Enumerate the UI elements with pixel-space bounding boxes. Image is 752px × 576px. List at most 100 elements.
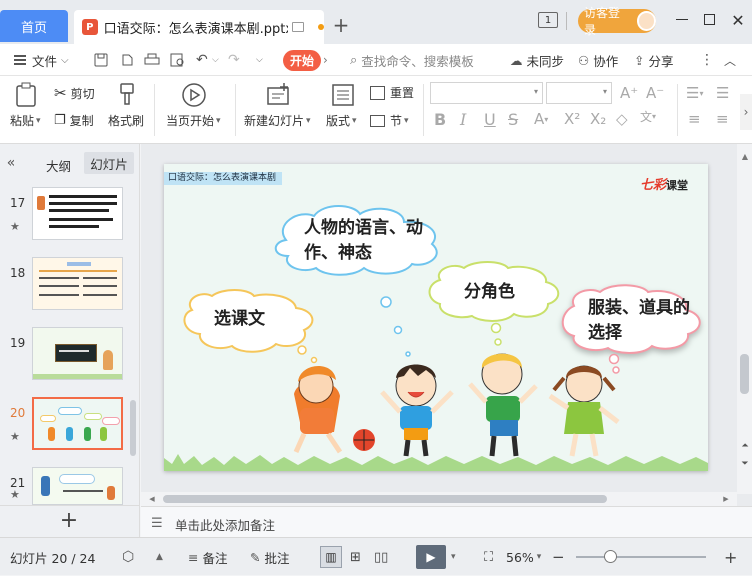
tab-slides-label: 幻灯片	[90, 156, 128, 172]
collapse-panel-icon[interactable]: «	[4, 155, 18, 171]
font-color-icon[interactable]: A ▾	[534, 110, 548, 128]
vertical-scroll-thumb[interactable]	[740, 354, 749, 394]
strikethrough-icon[interactable]: S	[508, 110, 518, 129]
maximize-icon[interactable]	[704, 14, 715, 25]
home-tab[interactable]: 首页	[0, 10, 68, 42]
new-slide-icon[interactable]	[266, 82, 292, 108]
chevron-down-icon: ▾	[533, 87, 538, 96]
fit-window-icon[interactable]: ⛶	[484, 538, 493, 576]
undo-dropdown-icon[interactable]: ⌵	[212, 44, 219, 76]
search-box[interactable]: ⌕ 查找命令、搜索模板	[350, 44, 474, 76]
italic-icon[interactable]: I	[460, 110, 466, 129]
layout-icon[interactable]	[331, 82, 355, 108]
bullet-list-icon[interactable]: ☰ ▾	[686, 84, 703, 102]
format-painter-icon[interactable]	[116, 82, 138, 106]
more-quick-icon[interactable]: ⌵	[256, 44, 263, 76]
notes-placeholder: 单击此处添加备注	[175, 518, 276, 533]
slide-thumbnail[interactable]	[32, 187, 123, 240]
section-button[interactable]: 节 ▾	[370, 112, 409, 129]
sync-button[interactable]: ☁ 未同步	[510, 44, 564, 76]
print-preview-icon[interactable]	[170, 44, 186, 76]
horizontal-scroll-thumb[interactable]	[163, 495, 607, 503]
play-current-button[interactable]: 当页开始 ▾	[166, 112, 221, 129]
divider	[566, 12, 567, 30]
subscript-icon[interactable]: X₂	[590, 110, 606, 128]
reset-button[interactable]: 重置	[370, 84, 414, 101]
bold-icon[interactable]: B	[434, 110, 446, 129]
format-painter-button[interactable]: 格式刷	[108, 112, 144, 129]
superscript-icon[interactable]: X²	[564, 110, 580, 128]
slide-canvas[interactable]: 口语交际：怎么表演课本剧 七彩课堂 人物的语言、动作、神态 选课文 分角色 服装…	[164, 164, 708, 471]
slide-thumbnail-selected[interactable]	[32, 397, 123, 450]
zoom-out-icon[interactable]: −	[552, 538, 565, 576]
undo-icon[interactable]: ↶	[196, 44, 208, 76]
page-counter-icon[interactable]: 1	[538, 12, 558, 28]
font-family-select[interactable]: ▾	[430, 82, 543, 104]
login-button[interactable]: 访客登录	[578, 6, 656, 37]
slide-number: 20	[10, 406, 26, 420]
paste-button[interactable]: 粘贴 ▾	[10, 112, 41, 129]
save-icon[interactable]	[94, 44, 108, 76]
comments-label: 批注	[264, 550, 290, 566]
cut-button[interactable]: ✂ 剪切	[54, 84, 95, 102]
notes-toggle[interactable]: ≡ 备注	[188, 538, 228, 576]
collab-button[interactable]: ⚇ 协作	[578, 44, 618, 76]
clear-format-icon[interactable]: ◇	[616, 110, 628, 128]
close-icon[interactable]: ✕	[730, 10, 746, 30]
share-button[interactable]: ⇪ 分享	[634, 44, 674, 76]
scroll-up-icon[interactable]: ▲	[739, 150, 751, 162]
theme-icon[interactable]: ⬡	[122, 538, 134, 576]
start-tab[interactable]: 开始	[283, 50, 321, 71]
print-icon[interactable]	[144, 44, 160, 76]
decrease-font-icon[interactable]: A⁻	[646, 84, 664, 102]
add-slide-button[interactable]: +	[58, 507, 80, 533]
align-center-icon[interactable]: ≡	[716, 110, 729, 128]
play-dropdown-icon[interactable]: ▾	[451, 538, 456, 576]
notes-pane[interactable]: ☰ 单击此处添加备注	[141, 506, 752, 537]
pinyin-icon[interactable]: 文 ▾	[640, 108, 656, 125]
collapse-ribbon-icon[interactable]: ︿	[724, 44, 736, 76]
page-down-icon[interactable]: ⏷	[739, 458, 751, 470]
slide-thumbnail[interactable]	[32, 257, 123, 310]
redo-icon[interactable]: ↷	[228, 44, 240, 76]
paste-icon[interactable]	[14, 82, 38, 108]
copy-button[interactable]: ❐ 复制	[54, 112, 94, 129]
grid-view-icon[interactable]: ⊞	[350, 538, 361, 576]
tab-slides[interactable]: 幻灯片	[84, 152, 134, 174]
export-icon[interactable]	[120, 44, 134, 76]
panel-scrollbar[interactable]	[130, 400, 136, 456]
zoom-slider[interactable]	[576, 556, 706, 558]
chevron-down-icon: ▾	[36, 115, 41, 126]
theme-dropdown-icon[interactable]: ▲	[156, 538, 163, 576]
scroll-right-icon[interactable]: ▶	[721, 494, 731, 504]
zoom-level[interactable]: 56% ▾	[506, 538, 541, 576]
scroll-left-icon[interactable]: ◀	[147, 494, 157, 504]
play-icon[interactable]	[181, 82, 207, 108]
slide-thumbnail[interactable]	[32, 327, 123, 380]
align-left-icon[interactable]: ≡	[688, 110, 701, 128]
underline-icon[interactable]: U	[484, 110, 496, 129]
minimize-icon[interactable]	[676, 19, 688, 20]
play-slideshow-button[interactable]: ▶	[416, 545, 446, 569]
monitor-icon[interactable]	[292, 22, 305, 32]
zoom-slider-handle[interactable]	[604, 550, 617, 563]
font-size-select[interactable]: ▾	[546, 82, 612, 104]
tab-outline[interactable]: 大纲	[46, 156, 71, 175]
reading-view-icon[interactable]: ▯▯	[374, 538, 388, 576]
document-tab[interactable]: P 口语交际：怎么表演课本剧.pptx	[74, 10, 324, 44]
slide-thumbnail[interactable]	[32, 467, 123, 505]
zoom-in-icon[interactable]: +	[724, 538, 737, 576]
normal-view-icon[interactable]: ▥	[320, 546, 342, 568]
layout-label: 版式	[326, 114, 351, 128]
page-up-icon[interactable]: ⏶	[739, 440, 751, 452]
more-icon[interactable]: ⋮	[700, 44, 714, 76]
new-tab-icon[interactable]: +	[332, 13, 350, 37]
increase-font-icon[interactable]: A⁺	[620, 84, 638, 102]
ribbon-next-icon[interactable]: ›	[740, 94, 752, 130]
new-slide-button[interactable]: 新建幻灯片 ▾	[244, 112, 311, 129]
file-menu[interactable]: 文件 ⌵	[14, 44, 69, 76]
numbered-list-icon[interactable]: ☰	[716, 84, 729, 102]
ribbon-scroll-icon[interactable]: ›	[323, 44, 328, 76]
layout-button[interactable]: 版式 ▾	[326, 112, 357, 129]
comments-toggle[interactable]: ✎ 批注	[250, 538, 290, 576]
